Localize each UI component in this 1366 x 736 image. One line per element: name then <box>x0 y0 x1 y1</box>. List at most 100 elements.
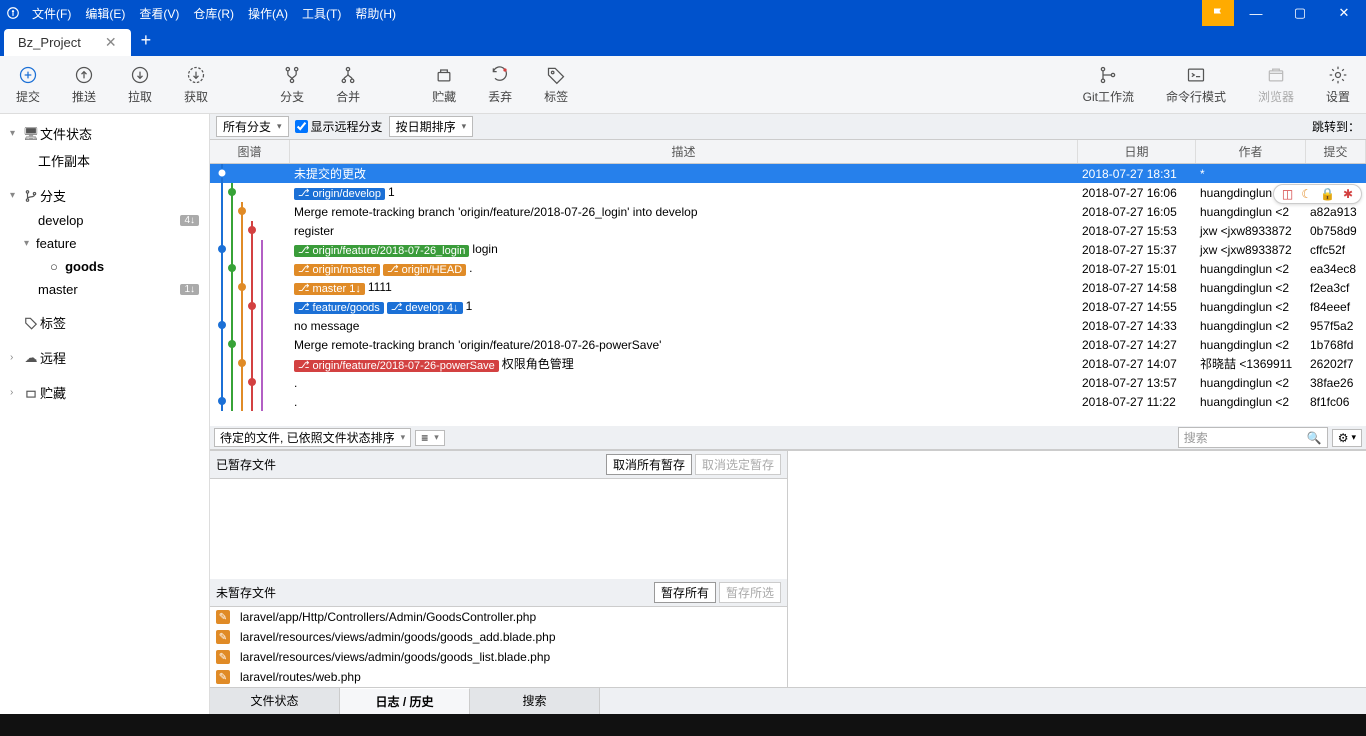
col-commit[interactable]: 提交 <box>1306 140 1366 163</box>
commit-row[interactable]: ⎇origin/master⎇origin/HEAD.2018-07-27 15… <box>210 259 1366 278</box>
show-remote-checkbox[interactable]: 显示远程分支 <box>295 118 383 135</box>
explorer-button[interactable]: 浏览器 <box>1242 56 1310 113</box>
commit-row[interactable]: .2018-07-27 11:22huangdinglun <28f1fc06 <box>210 392 1366 411</box>
repo-tab[interactable]: Bz_Project ✕ <box>4 29 131 56</box>
unstage-all-button[interactable]: 取消所有暂存 <box>606 454 692 475</box>
repo-tab-label: Bz_Project <box>18 35 81 50</box>
taskbar <box>0 714 1366 736</box>
bottom-tabs: 文件状态 日志 / 历史 搜索 <box>210 687 1366 714</box>
sidebar-remotes[interactable]: ›☁远程 <box>0 344 209 371</box>
branch-badge[interactable]: ⎇develop 4↓ <box>387 302 463 314</box>
window-minimize-button[interactable]: — <box>1234 0 1278 26</box>
branch-badge[interactable]: ⎇origin/feature/2018-07-26-powerSave <box>294 360 499 372</box>
gear-icon[interactable]: ✱ <box>1343 187 1353 201</box>
window-close-button[interactable]: ✕ <box>1322 0 1366 26</box>
menu-file[interactable]: 文件(F) <box>26 2 77 25</box>
branch-badge[interactable]: ⎇origin/HEAD <box>383 264 466 276</box>
cloud-icon: ☁ <box>22 350 40 366</box>
commits-list[interactable]: ◫ ☾ 🔒 ✱ 未提交的更改2018-07-27 18:31*⎇origin/d… <box>210 164 1366 426</box>
tab-search[interactable]: 搜索 <box>470 688 600 714</box>
search-settings-button[interactable]: ⚙▾ <box>1332 429 1362 447</box>
branch-filter-combo[interactable]: 所有分支 <box>216 116 289 137</box>
sidebar-workingcopy[interactable]: 工作副本 <box>0 147 209 174</box>
split-icon[interactable]: ◫ <box>1282 187 1293 201</box>
col-author[interactable]: 作者 <box>1196 140 1306 163</box>
unstaged-files-list[interactable]: ✎laravel/app/Http/Controllers/Admin/Good… <box>210 607 787 687</box>
tab-filestatus[interactable]: 文件状态 <box>210 688 340 714</box>
commit-row[interactable]: no message2018-07-27 14:33huangdinglun <… <box>210 316 1366 335</box>
notification-flag-icon[interactable] <box>1202 0 1234 26</box>
branch-badge[interactable]: ⎇origin/feature/2018-07-26_login <box>294 245 469 257</box>
menu-edit[interactable]: 编辑(E) <box>79 2 131 25</box>
moon-icon[interactable]: ☾ <box>1301 187 1312 201</box>
unstaged-file-row[interactable]: ✎laravel/resources/views/admin/goods/goo… <box>210 647 787 667</box>
view-mode-select[interactable]: ≡ <box>415 430 445 446</box>
discard-button[interactable]: 丢弃 <box>472 56 528 113</box>
search-input[interactable]: 搜索🔍 <box>1178 427 1328 448</box>
sidebar-branches[interactable]: ▾分支 <box>0 182 209 209</box>
monitor-icon: 🖥 <box>22 126 40 142</box>
diff-area <box>788 451 1366 687</box>
pending-sort-select[interactable]: 待定的文件, 已依照文件状态排序 <box>214 428 411 447</box>
branch-badge[interactable]: ⎇origin/master <box>294 264 380 276</box>
sidebar-branch-develop[interactable]: develop4↓ <box>0 209 209 232</box>
sidebar-branch-feature[interactable]: ▾feature <box>0 232 209 255</box>
commit-row[interactable]: 未提交的更改2018-07-27 18:31* <box>210 164 1366 183</box>
stage-all-button[interactable]: 暂存所有 <box>654 582 716 603</box>
tab-log[interactable]: 日志 / 历史 <box>340 688 470 714</box>
stage-selected-button[interactable]: 暂存所选 <box>719 582 781 603</box>
window-maximize-button[interactable]: ▢ <box>1278 0 1322 26</box>
menu-actions[interactable]: 操作(A) <box>242 2 294 25</box>
tag-button[interactable]: 标签 <box>528 56 584 113</box>
gitflow-button[interactable]: Git工作流 <box>1067 56 1150 113</box>
commit-button[interactable]: 提交 <box>0 56 56 113</box>
unstaged-file-row[interactable]: ✎laravel/app/Http/Controllers/Admin/Good… <box>210 607 787 627</box>
tab-close-icon[interactable]: ✕ <box>105 34 117 51</box>
stash-icon <box>22 386 40 400</box>
merge-button[interactable]: 合并 <box>320 56 376 113</box>
commit-row[interactable]: ⎇origin/feature/2018-07-26-powerSave权限角色… <box>210 354 1366 373</box>
sidebar-stashes[interactable]: ›贮藏 <box>0 379 209 406</box>
sidebar-tags[interactable]: 标签 <box>0 309 209 336</box>
push-button[interactable]: 推送 <box>56 56 112 113</box>
sidebar-filestatus[interactable]: ▾🖥文件状态 <box>0 120 209 147</box>
commit-row[interactable]: ⎇origin/feature/2018-07-26_loginlogin201… <box>210 240 1366 259</box>
branch-badge[interactable]: ⎇feature/goods <box>294 302 384 314</box>
branch-badge[interactable]: ⎇master 1↓ <box>294 283 365 295</box>
tag-icon <box>22 316 40 330</box>
menu-repo[interactable]: 仓库(R) <box>187 2 240 25</box>
col-desc[interactable]: 描述 <box>290 140 1078 163</box>
menu-help[interactable]: 帮助(H) <box>349 2 402 25</box>
sidebar-branch-master[interactable]: master1↓ <box>0 278 209 301</box>
terminal-button[interactable]: 命令行模式 <box>1150 56 1242 113</box>
branch-badge[interactable]: ⎇origin/develop <box>294 188 385 200</box>
commit-row[interactable]: register2018-07-27 15:53jxw <jxw89338720… <box>210 221 1366 240</box>
new-tab-button[interactable]: + <box>131 25 162 56</box>
menu-tools[interactable]: 工具(T) <box>296 2 347 25</box>
commit-row[interactable]: Merge remote-tracking branch 'origin/fea… <box>210 202 1366 221</box>
unstaged-file-row[interactable]: ✎laravel/routes/web.php <box>210 667 787 687</box>
col-date[interactable]: 日期 <box>1078 140 1196 163</box>
commit-options-pill[interactable]: ◫ ☾ 🔒 ✱ <box>1273 184 1362 204</box>
commit-row[interactable]: ⎇master 1↓11112018-07-27 14:58huangdingl… <box>210 278 1366 297</box>
unstage-selected-button[interactable]: 取消选定暂存 <box>695 454 781 475</box>
commit-row[interactable]: Merge remote-tracking branch 'origin/fea… <box>210 335 1366 354</box>
stash-button[interactable]: 贮藏 <box>416 56 472 113</box>
sidebar-branch-goods[interactable]: ○ goods <box>0 255 209 278</box>
col-graph[interactable]: 图谱 <box>210 140 290 163</box>
commit-row[interactable]: ⎇origin/develop12018-07-27 16:06huangdin… <box>210 183 1366 202</box>
commit-row[interactable]: .2018-07-27 13:57huangdinglun <238fae26 <box>210 373 1366 392</box>
lock-icon[interactable]: 🔒 <box>1320 187 1335 201</box>
pull-button[interactable]: 拉取 <box>112 56 168 113</box>
settings-button[interactable]: 设置 <box>1310 56 1366 113</box>
title-bar: 文件(F) 编辑(E) 查看(V) 仓库(R) 操作(A) 工具(T) 帮助(H… <box>0 0 1366 26</box>
menu-view[interactable]: 查看(V) <box>133 2 185 25</box>
unstaged-file-row[interactable]: ✎laravel/resources/views/admin/goods/goo… <box>210 627 787 647</box>
branch-icon <box>22 189 40 203</box>
commit-row[interactable]: ⎇feature/goods⎇develop 4↓12018-07-27 14:… <box>210 297 1366 316</box>
branch-button[interactable]: 分支 <box>264 56 320 113</box>
jump-to-label: 跳转到： <box>1312 118 1360 135</box>
sort-combo[interactable]: 按日期排序 <box>389 116 474 137</box>
fetch-button[interactable]: 获取 <box>168 56 224 113</box>
staged-files-area[interactable] <box>210 479 787 579</box>
